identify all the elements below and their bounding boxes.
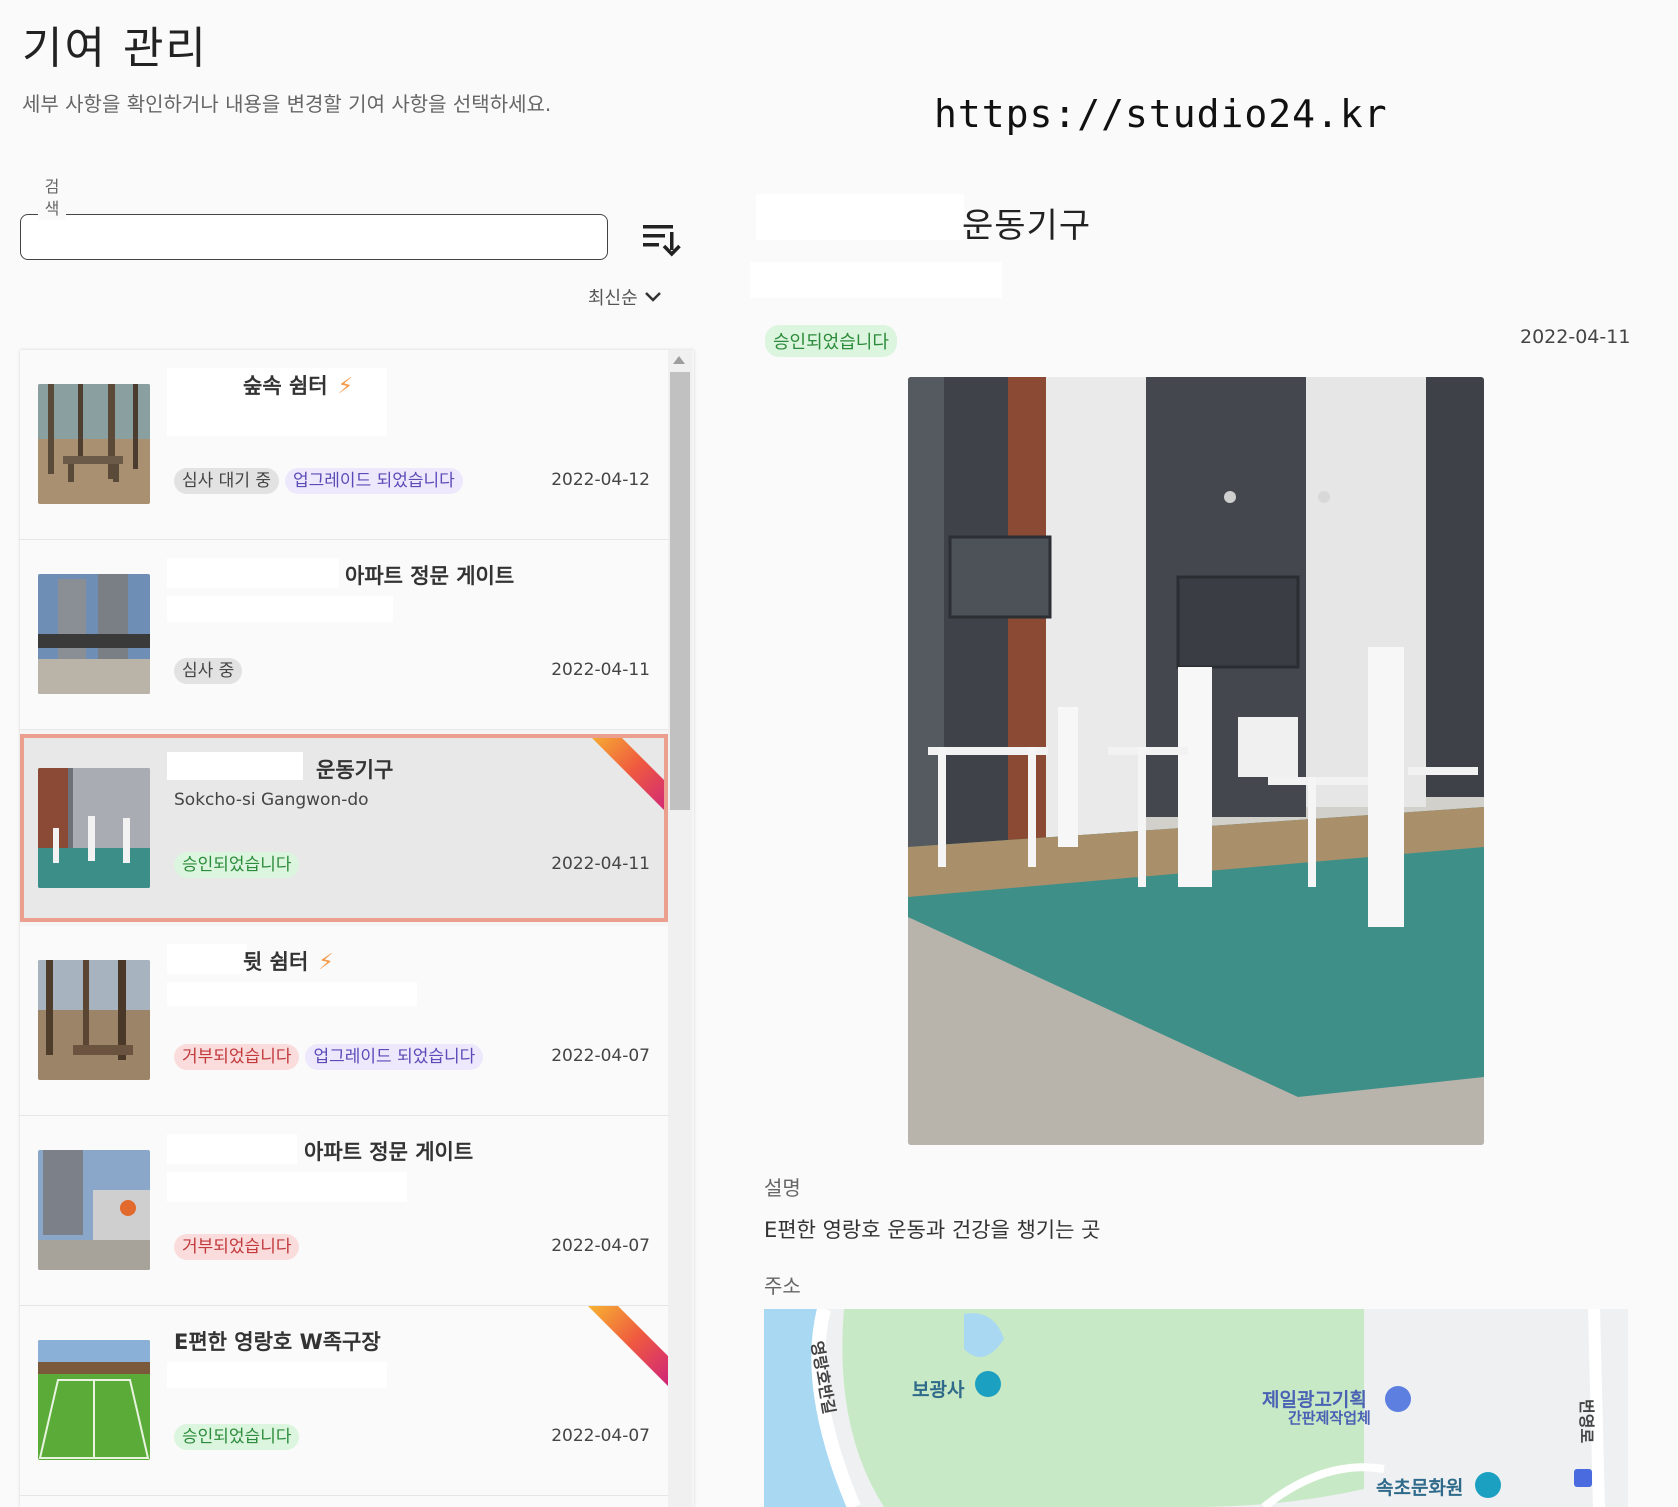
- thumbnail-exercise-equipment: [38, 768, 150, 888]
- status-chips: 심사 대기 중 업그레이드 되었습니다: [174, 468, 463, 494]
- list-item[interactable]: 뒷 쉼터 ⚡ 거부되었습니다 업그레이드 되었습니다 2022-04-07: [20, 926, 668, 1116]
- redacted-area: [167, 1172, 407, 1202]
- map-label-temple: 보광사: [912, 1379, 965, 1401]
- list-item[interactable]: 숲속 쉼터 ⚡ 심사 대기 중 업그레이드 되었습니다 2022-04-12: [20, 350, 668, 540]
- contribution-list[interactable]: 숲속 쉼터 ⚡ 심사 대기 중 업그레이드 되었습니다 2022-04-12 아파…: [20, 350, 694, 1507]
- status-badge: 거부되었습니다: [174, 1234, 300, 1260]
- thumbnail-apartment-gate: [38, 574, 150, 694]
- search-input[interactable]: [31, 221, 595, 253]
- status-badge: 심사 대기 중: [174, 468, 280, 494]
- sort-icon: [643, 225, 681, 257]
- detail-photo: [908, 377, 1484, 1145]
- redacted-area: [167, 596, 393, 622]
- description-text: E편한 영랑호 운동과 건강을 챙기는 곳: [764, 1218, 1101, 1242]
- card-title: E편한 영랑호 W족구장: [174, 1330, 381, 1354]
- featured-ribbon-icon: [588, 1306, 668, 1386]
- redacted-area: [167, 1134, 297, 1164]
- upgrade-badge: 업그레이드 되었습니다: [305, 1044, 484, 1070]
- status-chips: 승인되었습니다: [174, 852, 300, 878]
- thumbnail-apartment-gate: [38, 1150, 150, 1270]
- search-field[interactable]: [20, 214, 608, 260]
- search-label: 검색: [38, 176, 66, 220]
- map-label-ad-company-sub: 간판제작업체: [1288, 1409, 1371, 1427]
- redacted-area: [167, 982, 417, 1006]
- thumbnail-forest: [38, 384, 150, 504]
- redacted-area: [750, 262, 1002, 298]
- card-date: 2022-04-07: [551, 1236, 650, 1256]
- bolt-icon: ⚡: [318, 950, 334, 975]
- map-label-road-right: 번영로: [1577, 1399, 1596, 1444]
- map-label-culture-center: 속초문화원: [1376, 1477, 1464, 1499]
- scroll-up-icon[interactable]: [673, 356, 685, 364]
- card-title: 아파트 정문 게이트: [345, 564, 515, 588]
- bolt-icon: ⚡: [337, 374, 354, 399]
- sort-label: 최신순: [588, 288, 638, 309]
- status-badge: 심사 중: [174, 658, 243, 684]
- redacted-area: [167, 1362, 387, 1388]
- redacted-area: [167, 752, 303, 780]
- description-label: 설명: [764, 1176, 801, 1200]
- card-date: 2022-04-11: [551, 854, 650, 874]
- watermark-url: https://studio24.kr: [934, 92, 1388, 136]
- address-label: 주소: [764, 1274, 801, 1298]
- redacted-area: [167, 558, 339, 588]
- thumbnail-foot-volleyball-court: [38, 1340, 150, 1460]
- list-item[interactable]: E편한 영랑호 W족구장 승인되었습니다 2022-04-07: [20, 1306, 668, 1496]
- status-chips: 승인되었습니다: [174, 1424, 300, 1450]
- page-subtitle: 세부 사항을 확인하거나 내용을 변경할 기여 사항을 선택하세요.: [22, 92, 552, 116]
- detail-date: 2022-04-11: [1520, 326, 1631, 348]
- chevron-down-icon: [644, 292, 661, 302]
- page-title: 기여 관리: [22, 23, 208, 74]
- list-item[interactable]: 아파트 정문 게이트 거부되었습니다 2022-04-07: [20, 1116, 668, 1306]
- detail-status-badge: 승인되었습니다: [765, 325, 897, 357]
- card-date: 2022-04-07: [551, 1046, 650, 1066]
- list-item[interactable]: 아파트 정문 게이트 심사 중 2022-04-11: [20, 540, 668, 730]
- status-badge: 승인되었습니다: [174, 852, 300, 878]
- card-date: 2022-04-11: [551, 660, 650, 680]
- sort-button[interactable]: [640, 218, 682, 258]
- status-chips: 심사 중: [174, 658, 243, 684]
- status-chips: 거부되었습니다 업그레이드 되었습니다: [174, 1044, 484, 1070]
- detail-title: 운동기구: [962, 206, 1092, 246]
- sort-dropdown[interactable]: 최신순: [588, 284, 662, 310]
- redacted-area: [756, 194, 964, 240]
- card-title: 아파트 정문 게이트: [304, 1140, 474, 1164]
- card-date: 2022-04-12: [551, 470, 650, 490]
- thumbnail-back-shelter: [38, 960, 150, 1080]
- address-map[interactable]: 보광사 영랑호반길 제일광고기획 간판제작업체 속초문화원 번영로: [764, 1309, 1628, 1507]
- upgrade-badge: 업그레이드 되었습니다: [285, 468, 463, 494]
- status-badge: 승인되었습니다: [174, 1424, 300, 1450]
- card-title: 뒷 쉼터 ⚡: [243, 950, 334, 975]
- status-badge: 거부되었습니다: [174, 1044, 300, 1070]
- redacted-area: [167, 944, 247, 974]
- card-title: 숲속 쉼터 ⚡: [243, 374, 354, 399]
- scrollbar-thumb[interactable]: [670, 372, 690, 810]
- featured-ribbon-icon: [592, 738, 664, 810]
- card-location: Sokcho-si Gangwon-do: [174, 790, 369, 810]
- card-title: 운동기구: [316, 758, 394, 782]
- list-item[interactable]: [20, 1496, 668, 1507]
- card-date: 2022-04-07: [551, 1426, 650, 1446]
- status-chips: 거부되었습니다: [174, 1234, 300, 1260]
- list-item-selected[interactable]: 운동기구 Sokcho-si Gangwon-do 승인되었습니다 2022-0…: [20, 734, 668, 922]
